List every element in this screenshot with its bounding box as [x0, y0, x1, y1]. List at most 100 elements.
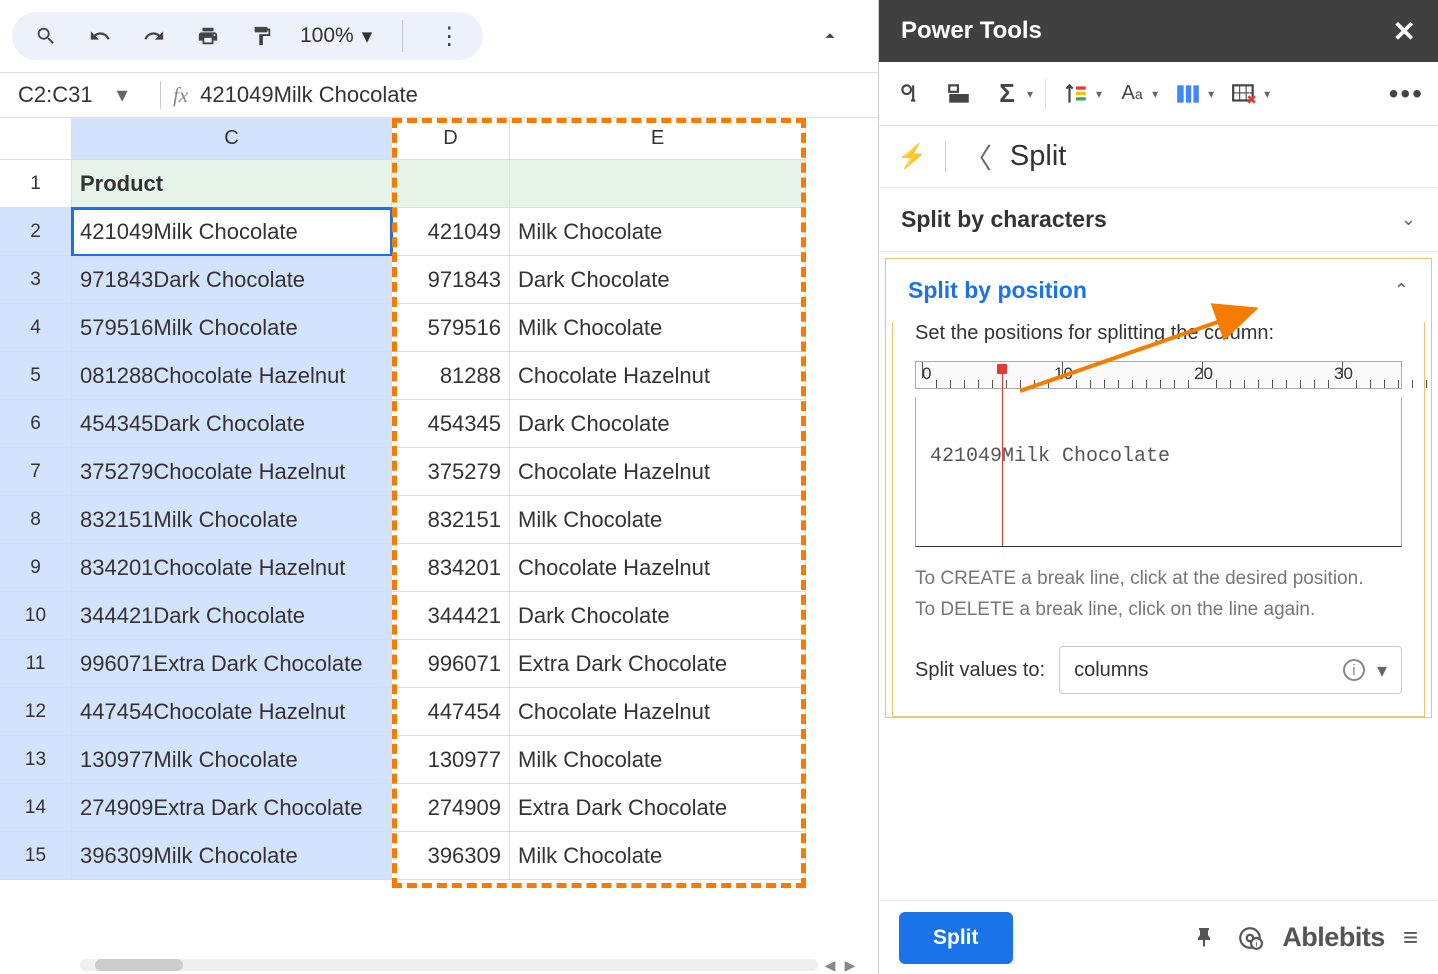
- redo-icon[interactable]: [138, 20, 170, 52]
- cell[interactable]: Chocolate Hazelnut: [510, 544, 806, 592]
- column-header-e[interactable]: E: [510, 118, 806, 160]
- close-icon[interactable]: ✕: [1393, 15, 1416, 48]
- collapse-toolbar-icon[interactable]: [814, 20, 846, 52]
- row-header[interactable]: 14: [0, 784, 72, 832]
- sum-dropdown[interactable]: Σ ▾: [989, 76, 1033, 112]
- cell[interactable]: 579516: [392, 304, 510, 352]
- cell[interactable]: 081288Chocolate Hazelnut: [72, 352, 392, 400]
- select-all-corner[interactable]: [0, 118, 72, 160]
- more-icon[interactable]: •••: [1389, 78, 1424, 110]
- column-header-d[interactable]: D: [392, 118, 510, 160]
- row-header[interactable]: 4: [0, 304, 72, 352]
- cell[interactable]: 834201Chocolate Hazelnut: [72, 544, 392, 592]
- row-header[interactable]: 10: [0, 592, 72, 640]
- cell[interactable]: 579516Milk Chocolate: [72, 304, 392, 352]
- cell[interactable]: Dark Chocolate: [510, 592, 806, 640]
- position-ruler[interactable]: 0 10 20 30: [915, 361, 1402, 389]
- cell[interactable]: 130977: [392, 736, 510, 784]
- cell[interactable]: [392, 160, 510, 208]
- split-dropdown[interactable]: ▾: [1170, 76, 1214, 112]
- pin-icon[interactable]: [1190, 924, 1218, 952]
- cell[interactable]: Milk Chocolate: [510, 832, 806, 880]
- dedupe-icon[interactable]: [893, 76, 929, 112]
- search-icon[interactable]: [30, 20, 62, 52]
- cell[interactable]: Extra Dark Chocolate: [510, 640, 806, 688]
- cell[interactable]: 274909Extra Dark Chocolate: [72, 784, 392, 832]
- preview-area[interactable]: 421049Milk Chocolate: [915, 397, 1402, 547]
- cell[interactable]: Product: [72, 160, 392, 208]
- undo-icon[interactable]: [84, 20, 116, 52]
- row-header[interactable]: 5: [0, 352, 72, 400]
- cell[interactable]: 274909: [392, 784, 510, 832]
- cell[interactable]: 375279Chocolate Hazelnut: [72, 448, 392, 496]
- scroll-left-icon[interactable]: ◀: [822, 957, 838, 973]
- cell[interactable]: 447454Chocolate Hazelnut: [72, 688, 392, 736]
- cell[interactable]: Chocolate Hazelnut: [510, 688, 806, 736]
- row-header[interactable]: 7: [0, 448, 72, 496]
- cell[interactable]: 996071: [392, 640, 510, 688]
- row-header[interactable]: 15: [0, 832, 72, 880]
- text-dropdown[interactable]: Aa ▾: [1114, 76, 1158, 112]
- cell[interactable]: 396309Milk Chocolate: [72, 832, 392, 880]
- row-header[interactable]: 9: [0, 544, 72, 592]
- cell[interactable]: 396309: [392, 832, 510, 880]
- row-header[interactable]: 8: [0, 496, 72, 544]
- cell[interactable]: 834201: [392, 544, 510, 592]
- row-header[interactable]: 6: [0, 400, 72, 448]
- cell[interactable]: 344421: [392, 592, 510, 640]
- cell[interactable]: 996071Extra Dark Chocolate: [72, 640, 392, 688]
- row-header[interactable]: 13: [0, 736, 72, 784]
- split-line[interactable]: [1002, 369, 1003, 546]
- cell[interactable]: Chocolate Hazelnut: [510, 352, 806, 400]
- name-box[interactable]: C2:C31 ▾: [18, 82, 148, 108]
- cell[interactable]: 81288: [392, 352, 510, 400]
- section-header[interactable]: Split by position ⌃: [886, 259, 1431, 322]
- row-header[interactable]: 11: [0, 640, 72, 688]
- more-icon[interactable]: ⋮: [433, 20, 465, 52]
- cell[interactable]: 454345: [392, 400, 510, 448]
- dest-select[interactable]: columns i ▾: [1059, 646, 1402, 694]
- cell[interactable]: 454345Dark Chocolate: [72, 400, 392, 448]
- column-header-c[interactable]: C: [72, 118, 392, 160]
- row-header[interactable]: 1: [0, 160, 72, 208]
- merge-icon[interactable]: [941, 76, 977, 112]
- bolt-icon[interactable]: ⚡: [897, 142, 927, 171]
- menu-icon[interactable]: ≡: [1403, 922, 1418, 953]
- cell[interactable]: 421049Milk Chocolate: [72, 208, 392, 256]
- cell[interactable]: Milk Chocolate: [510, 496, 806, 544]
- cell[interactable]: Chocolate Hazelnut: [510, 448, 806, 496]
- row-header[interactable]: 12: [0, 688, 72, 736]
- cell[interactable]: 971843: [392, 256, 510, 304]
- split-handle[interactable]: [997, 364, 1007, 374]
- cell[interactable]: 344421Dark Chocolate: [72, 592, 392, 640]
- cell[interactable]: 832151: [392, 496, 510, 544]
- back-icon[interactable]: 〈: [964, 137, 992, 177]
- cell[interactable]: Dark Chocolate: [510, 256, 806, 304]
- formula-value[interactable]: 421049Milk Chocolate: [200, 82, 418, 108]
- cell[interactable]: 130977Milk Chocolate: [72, 736, 392, 784]
- section-header[interactable]: Split by characters ⌄: [879, 188, 1438, 251]
- cell[interactable]: 971843Dark Chocolate: [72, 256, 392, 304]
- cell[interactable]: Milk Chocolate: [510, 736, 806, 784]
- cell[interactable]: 832151Milk Chocolate: [72, 496, 392, 544]
- clear-dropdown[interactable]: ▾: [1226, 76, 1270, 112]
- cell[interactable]: Dark Chocolate: [510, 400, 806, 448]
- zoom-dropdown[interactable]: 100% ▾: [300, 24, 372, 49]
- cell[interactable]: 375279: [392, 448, 510, 496]
- split-button[interactable]: Split: [899, 912, 1013, 964]
- cell[interactable]: 421049: [392, 208, 510, 256]
- print-icon[interactable]: [192, 20, 224, 52]
- horizontal-scrollbar[interactable]: ◀ ▶: [80, 958, 858, 972]
- cell[interactable]: Milk Chocolate: [510, 208, 806, 256]
- cell[interactable]: Milk Chocolate: [510, 304, 806, 352]
- row-header[interactable]: 2: [0, 208, 72, 256]
- cell[interactable]: [510, 160, 806, 208]
- cell[interactable]: 447454: [392, 688, 510, 736]
- scrollbar-thumb[interactable]: [95, 959, 184, 971]
- sort-dropdown[interactable]: ▾: [1058, 76, 1102, 112]
- cell[interactable]: Extra Dark Chocolate: [510, 784, 806, 832]
- row-header[interactable]: 3: [0, 256, 72, 304]
- help-icon[interactable]: i: [1236, 924, 1264, 952]
- scroll-right-icon[interactable]: ▶: [842, 957, 858, 973]
- paint-format-icon[interactable]: [246, 20, 278, 52]
